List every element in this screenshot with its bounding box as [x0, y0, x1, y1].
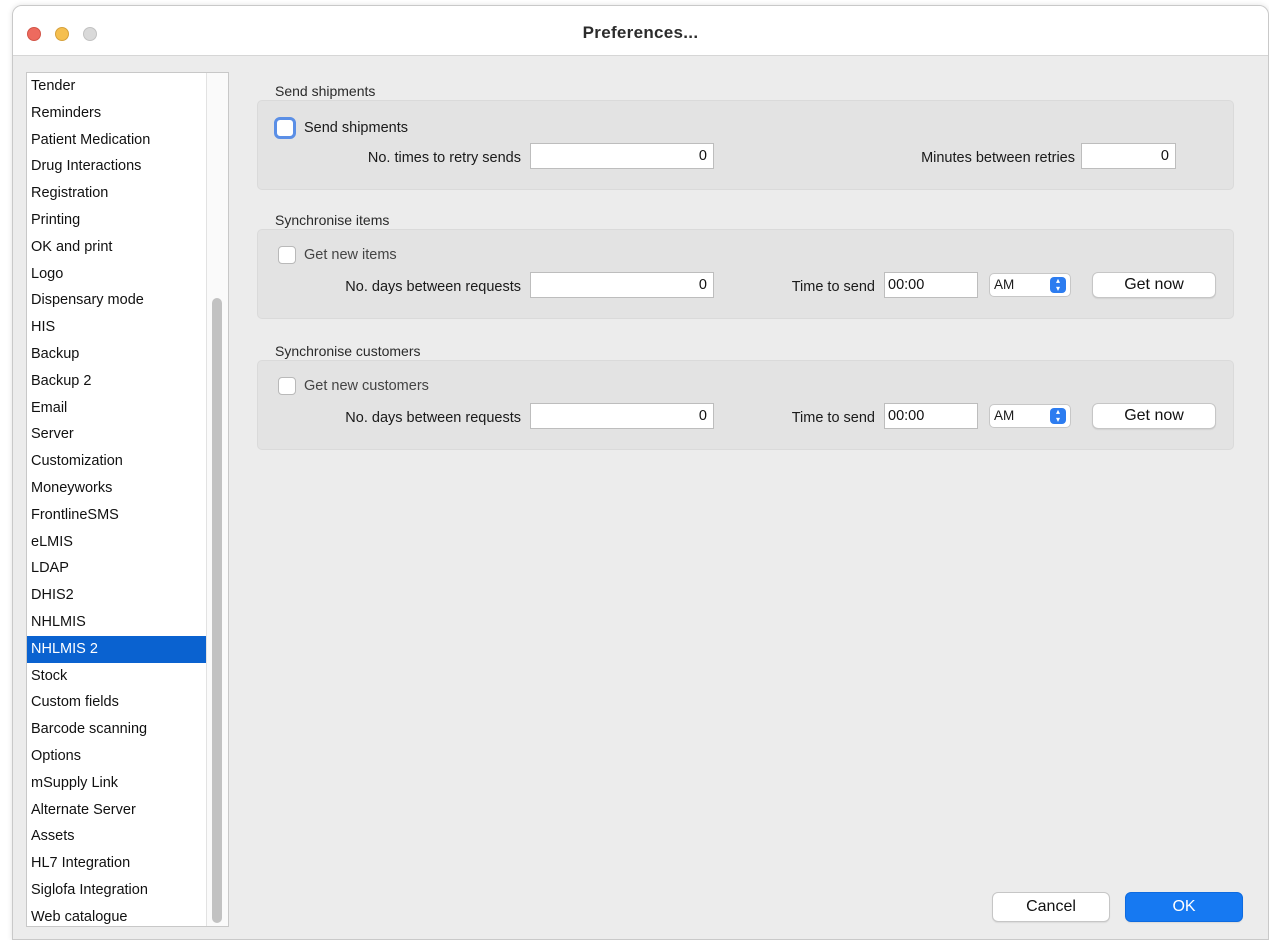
send-shipments-checkbox-label: Send shipments [304, 120, 408, 136]
sync-items-section-title: Synchronise items [275, 212, 390, 228]
sidebar-item-his[interactable]: HIS [27, 314, 207, 341]
preferences-sidebar: Tender Reminders Patient Medication Drug In… [26, 72, 229, 927]
items-ampm-select[interactable]: AM ▴ ▾ [989, 273, 1071, 297]
sidebar-item-reminders[interactable]: Reminders [27, 100, 207, 127]
sidebar-item-tender[interactable]: Tender [27, 73, 207, 100]
sidebar-item-stock[interactable]: Stock [27, 663, 207, 690]
sidebar-item-elmis[interactable]: eLMIS [27, 529, 207, 556]
sidebar-item-custom-fields[interactable]: Custom fields [27, 689, 207, 716]
items-time-input[interactable] [884, 272, 978, 298]
sidebar-item-ok-and-print[interactable]: OK and print [27, 234, 207, 261]
customers-ampm-select[interactable]: AM ▴ ▾ [989, 404, 1071, 428]
customers-days-label: No. days between requests [345, 410, 521, 426]
sidebar-item-hl7-integration[interactable]: HL7 Integration [27, 850, 207, 877]
customers-time-input[interactable] [884, 403, 978, 429]
sidebar-item-email[interactable]: Email [27, 395, 207, 422]
sidebar-item-printing[interactable]: Printing [27, 207, 207, 234]
get-new-items-checkbox-row[interactable]: Get new items [278, 246, 397, 264]
sidebar-item-nhlmis-2[interactable]: NHLMIS 2 [27, 635, 207, 663]
sidebar-item-msupply-link[interactable]: mSupply Link [27, 770, 207, 797]
sidebar-item-backup-2[interactable]: Backup 2 [27, 368, 207, 395]
send-shipments-section-title: Send shipments [275, 83, 376, 99]
send-shipments-checkbox[interactable] [274, 117, 296, 139]
get-new-customers-checkbox-row[interactable]: Get new customers [278, 377, 429, 395]
sidebar-scroll-thumb[interactable] [212, 298, 222, 923]
sidebar-item-drug-interactions[interactable]: Drug Interactions [27, 153, 207, 180]
items-time-label: Time to send [791, 279, 875, 295]
sync-items-group: Get new items No. days between requests … [257, 229, 1234, 319]
send-shipments-checkbox-row[interactable]: Send shipments [274, 117, 408, 139]
sidebar-item-customization[interactable]: Customization [27, 448, 207, 475]
sidebar-item-siglofa-integration[interactable]: Siglofa Integration [27, 877, 207, 904]
sidebar-item-options[interactable]: Options [27, 743, 207, 770]
ok-button[interactable]: OK [1125, 892, 1243, 922]
sidebar-item-backup[interactable]: Backup [27, 341, 207, 368]
sync-customers-group: Get new customers No. days between reque… [257, 360, 1234, 450]
sidebar-item-dispensary-mode[interactable]: Dispensary mode [27, 287, 207, 314]
sidebar-item-dhis2[interactable]: DHIS2 [27, 582, 207, 609]
sidebar-item-web-catalogue[interactable]: Web catalogue [27, 904, 207, 926]
customers-get-now-button[interactable]: Get now [1092, 403, 1216, 429]
retry-sends-label: No. times to retry sends [367, 150, 521, 166]
sidebar-item-logo[interactable]: Logo [27, 261, 207, 288]
items-days-label: No. days between requests [345, 279, 521, 295]
sidebar-scrollbar[interactable] [206, 73, 228, 926]
sidebar-item-barcode-scanning[interactable]: Barcode scanning [27, 716, 207, 743]
cancel-button[interactable]: Cancel [992, 892, 1110, 922]
sidebar-list: Tender Reminders Patient Medication Drug In… [27, 73, 207, 926]
minutes-between-retries-input[interactable] [1081, 143, 1176, 169]
sidebar-item-alternate-server[interactable]: Alternate Server [27, 797, 207, 824]
get-new-customers-label: Get new customers [304, 378, 429, 394]
sidebar-item-registration[interactable]: Registration [27, 180, 207, 207]
customers-ampm-value: AM [994, 408, 1015, 423]
customers-days-input[interactable] [530, 403, 714, 429]
sidebar-item-moneyworks[interactable]: Moneyworks [27, 475, 207, 502]
customers-time-label: Time to send [791, 410, 875, 426]
items-get-now-button[interactable]: Get now [1092, 272, 1216, 298]
window-title: Preferences... [582, 23, 699, 42]
sidebar-item-nhlmis[interactable]: NHLMIS [27, 609, 207, 636]
sync-customers-section-title: Synchronise customers [275, 343, 421, 359]
updown-arrows-icon: ▴ ▾ [1050, 408, 1066, 424]
minutes-between-retries-label: Minutes between retries [921, 150, 1075, 166]
get-new-items-checkbox[interactable] [278, 246, 296, 264]
title-bar: Preferences... [13, 6, 1268, 56]
retry-sends-input[interactable] [530, 143, 714, 169]
items-days-input[interactable] [530, 272, 714, 298]
preferences-window: Preferences... Tender Reminders Patient Me… [12, 5, 1269, 940]
sidebar-item-server[interactable]: Server [27, 421, 207, 448]
sidebar-item-ldap[interactable]: LDAP [27, 555, 207, 582]
get-new-items-label: Get new items [304, 247, 397, 263]
items-ampm-value: AM [994, 277, 1015, 292]
updown-arrows-icon: ▴ ▾ [1050, 277, 1066, 293]
get-new-customers-checkbox[interactable] [278, 377, 296, 395]
sidebar-item-frontlinesms[interactable]: FrontlineSMS [27, 502, 207, 529]
send-shipments-group: Send shipments No. times to retry sends … [257, 100, 1234, 190]
sidebar-item-assets[interactable]: Assets [27, 823, 207, 850]
sidebar-item-patient-medication[interactable]: Patient Medication [27, 127, 207, 154]
